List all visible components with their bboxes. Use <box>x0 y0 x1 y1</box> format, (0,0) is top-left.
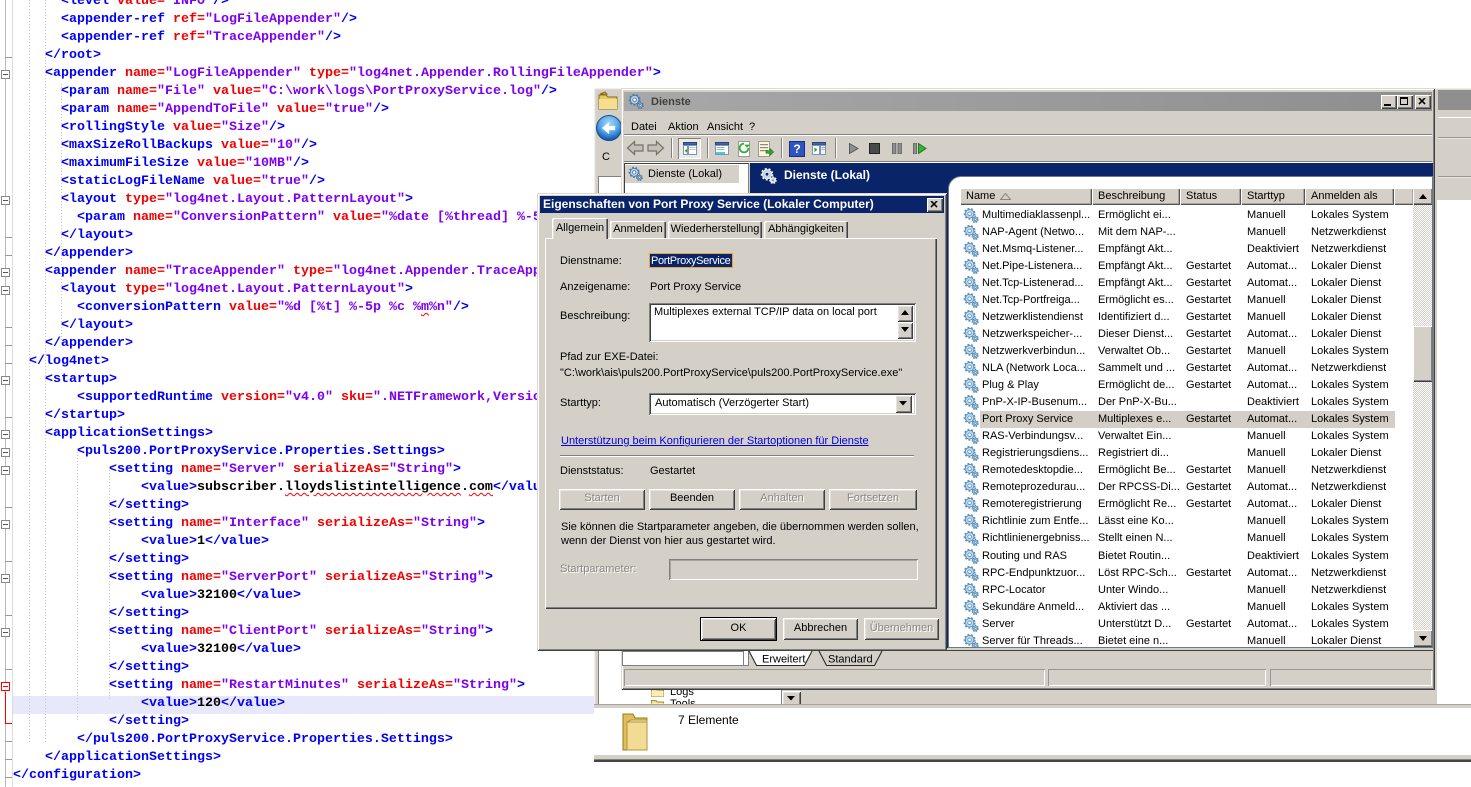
svg-text:Standard: Standard <box>828 654 873 666</box>
svg-text:Erweitert: Erweitert <box>762 654 805 666</box>
